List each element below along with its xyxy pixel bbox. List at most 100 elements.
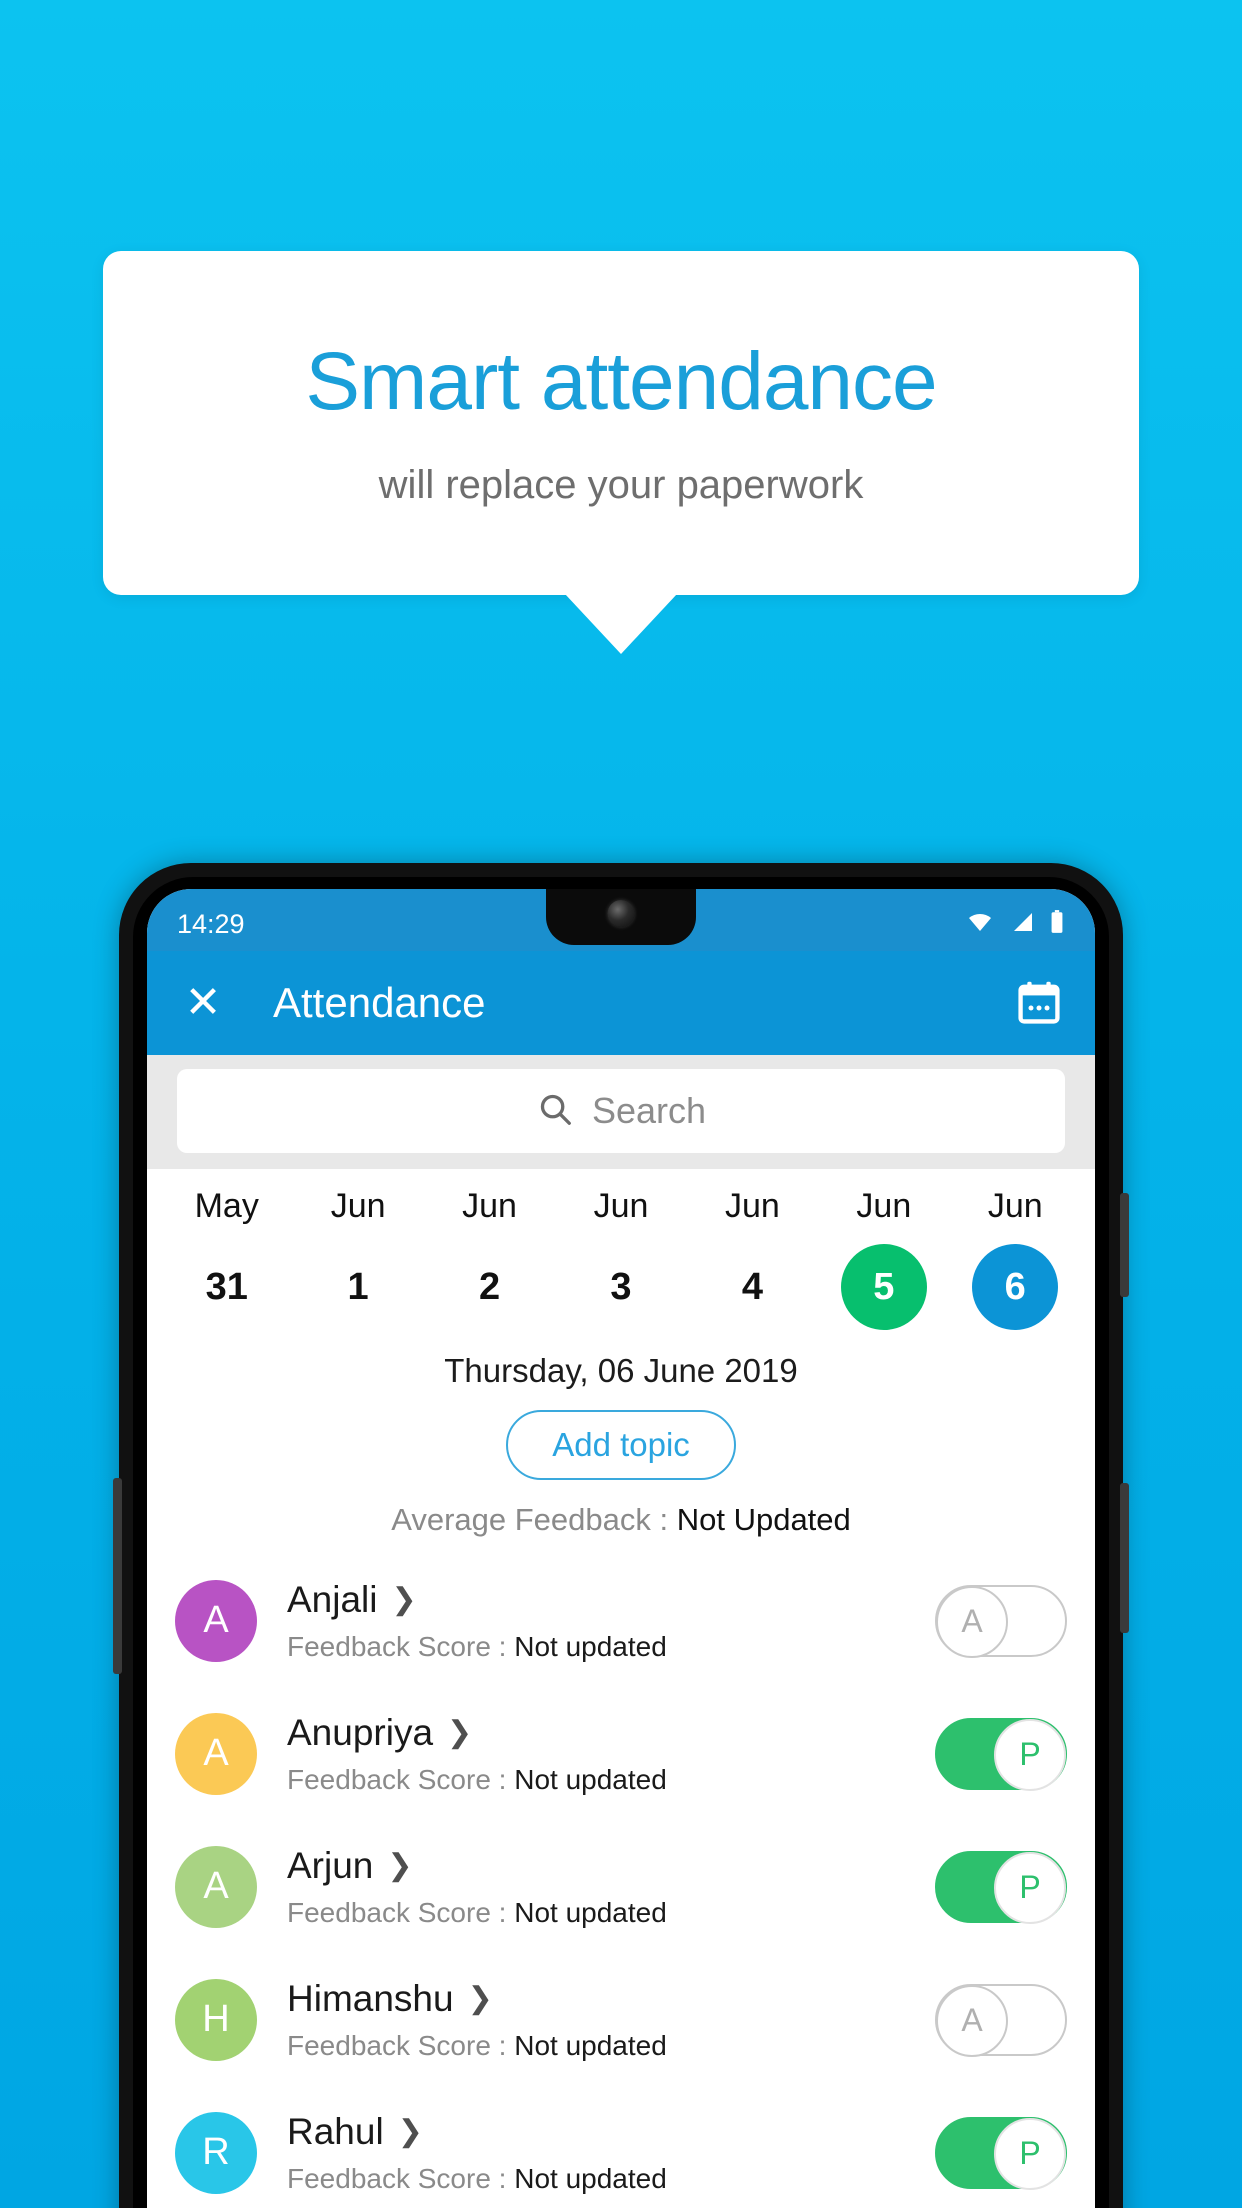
promo-subtitle: will replace your paperwork	[378, 463, 864, 507]
attendance-toggle[interactable]: P	[935, 1717, 1067, 1791]
student-name-line[interactable]: Rahul ❯	[287, 2111, 935, 2153]
attendance-toggle[interactable]: P	[935, 2116, 1067, 2190]
attendance-toggle-knob: A	[936, 1585, 1008, 1658]
date-day-number[interactable]: 6	[972, 1244, 1059, 1330]
student-name: Rahul	[287, 2110, 384, 2152]
chevron-right-icon[interactable]: ❯	[392, 1584, 417, 1615]
date-cell[interactable]: Jun 6	[950, 1187, 1081, 1330]
promo-title: Smart attendance	[305, 336, 937, 427]
date-cell[interactable]: May 31	[161, 1187, 292, 1330]
add-topic-container: Add topic	[147, 1410, 1095, 1480]
date-month-label: Jun	[856, 1187, 912, 1225]
signal-icon	[1008, 910, 1036, 939]
date-month-label: May	[194, 1187, 259, 1225]
phone-volume-button[interactable]	[1120, 1483, 1129, 1633]
date-day-number[interactable]: 3	[578, 1244, 664, 1330]
chevron-right-icon[interactable]: ❯	[447, 1717, 472, 1748]
attendance-toggle-knob: P	[994, 2117, 1066, 2190]
student-info: Anupriya ❯ Feedback Score : Not updated	[287, 1712, 935, 1796]
front-camera-icon	[607, 900, 635, 927]
page-title: Attendance	[273, 979, 486, 1026]
chevron-right-icon[interactable]: ❯	[398, 2116, 423, 2147]
wifi-icon	[965, 910, 995, 939]
student-row[interactable]: R Rahul ❯ Feedback Score : Not updated P	[147, 2086, 1095, 2208]
date-cell[interactable]: Jun 5	[818, 1187, 949, 1330]
date-month-label: Jun	[593, 1187, 649, 1225]
date-month-label: Jun	[987, 1187, 1043, 1225]
student-list: A Anjali ❯ Feedback Score : Not updated A A An…	[147, 1554, 1095, 2208]
average-feedback-label: Average Feedback :	[391, 1502, 677, 1537]
status-icon-group	[965, 909, 1065, 940]
date-strip[interactable]: May 31 Jun 1 Jun 2 Jun 3 Jun 4 Jun 5 Jun 6	[147, 1169, 1095, 1338]
phone-assistant-button[interactable]	[113, 1478, 122, 1674]
feedback-score-label: Feedback Score :	[287, 1896, 515, 1928]
student-name: Arjun	[287, 1844, 374, 1886]
student-name-line[interactable]: Arjun ❯	[287, 1845, 935, 1887]
student-name-line[interactable]: Anjali ❯	[287, 1579, 935, 1621]
avatar: R	[175, 2111, 257, 2194]
feedback-score-value: Not updated	[514, 2162, 667, 2194]
promo-card: Smart attendance will replace your paper…	[103, 251, 1139, 595]
student-info: Arjun ❯ Feedback Score : Not updated	[287, 1845, 935, 1929]
phone-notch	[546, 889, 696, 945]
student-info: Himanshu ❯ Feedback Score : Not updated	[287, 1978, 935, 2062]
feedback-score: Feedback Score : Not updated	[287, 1897, 935, 1929]
student-row[interactable]: A Anupriya ❯ Feedback Score : Not updated P	[147, 1687, 1095, 1820]
add-topic-button[interactable]: Add topic	[506, 1410, 736, 1480]
date-cell[interactable]: Jun 4	[687, 1187, 818, 1330]
phone-device: 14:29 ✕ Attendance Search May 31 Jun 1 J…	[113, 863, 1129, 2208]
feedback-score: Feedback Score : Not updated	[287, 1631, 935, 1663]
student-name: Himanshu	[287, 1977, 454, 2019]
attendance-toggle[interactable]: A	[935, 1983, 1067, 2057]
student-row[interactable]: A Arjun ❯ Feedback Score : Not updated P	[147, 1820, 1095, 1953]
feedback-score: Feedback Score : Not updated	[287, 2163, 935, 2195]
close-icon[interactable]: ✕	[177, 977, 229, 1029]
date-day-number[interactable]: 2	[447, 1244, 533, 1330]
date-day-number[interactable]: 4	[709, 1244, 795, 1330]
search-input[interactable]: Search	[177, 1069, 1065, 1153]
calendar-icon[interactable]	[1013, 977, 1065, 1029]
attendance-toggle-knob: P	[994, 1851, 1066, 1924]
feedback-score-value: Not updated	[514, 2029, 667, 2061]
feedback-score-label: Feedback Score :	[287, 2162, 515, 2194]
chevron-right-icon[interactable]: ❯	[468, 1983, 493, 2014]
promo-background: Smart attendance will replace your paper…	[0, 0, 1242, 2208]
student-row[interactable]: A Anjali ❯ Feedback Score : Not updated A	[147, 1554, 1095, 1687]
feedback-score-label: Feedback Score :	[287, 1630, 515, 1662]
date-month-label: Jun	[724, 1187, 780, 1225]
attendance-toggle[interactable]: A	[935, 1584, 1067, 1658]
feedback-score: Feedback Score : Not updated	[287, 2030, 935, 2062]
selected-date-label: Thursday, 06 June 2019	[444, 1352, 798, 1389]
date-day-number[interactable]: 31	[184, 1244, 270, 1330]
student-info: Anjali ❯ Feedback Score : Not updated	[287, 1579, 935, 1663]
attendance-toggle-knob: A	[936, 1984, 1008, 2057]
app-bar: ✕ Attendance	[147, 951, 1095, 1055]
phone-power-button[interactable]	[1120, 1193, 1129, 1297]
date-day-number[interactable]: 5	[840, 1244, 927, 1330]
search-icon	[536, 1090, 574, 1133]
phone-screen: 14:29 ✕ Attendance Search May 31 Jun 1 J…	[147, 889, 1095, 2208]
average-feedback-value: Not Updated	[676, 1502, 851, 1537]
search-bar-container: Search	[147, 1055, 1095, 1169]
status-time: 14:29	[177, 908, 245, 939]
feedback-score-value: Not updated	[514, 1763, 667, 1795]
search-placeholder: Search	[591, 1090, 707, 1131]
attendance-toggle[interactable]: P	[935, 1850, 1067, 1924]
feedback-score-value: Not updated	[514, 1896, 667, 1928]
date-cell[interactable]: Jun 1	[292, 1187, 423, 1330]
student-name-line[interactable]: Anupriya ❯	[287, 1712, 935, 1754]
date-cell[interactable]: Jun 3	[555, 1187, 686, 1330]
student-name: Anjali	[287, 1578, 378, 1620]
student-info: Rahul ❯ Feedback Score : Not updated	[287, 2111, 935, 2195]
avatar: H	[175, 1978, 257, 2061]
date-month-label: Jun	[330, 1187, 386, 1225]
date-cell[interactable]: Jun 2	[424, 1187, 555, 1330]
student-name-line[interactable]: Himanshu ❯	[287, 1978, 935, 2020]
student-row[interactable]: H Himanshu ❯ Feedback Score : Not updated A	[147, 1953, 1095, 2086]
feedback-score-label: Feedback Score :	[287, 2029, 515, 2061]
student-name: Anupriya	[287, 1711, 434, 1753]
chevron-right-icon[interactable]: ❯	[387, 1850, 412, 1881]
attendance-toggle-knob: P	[994, 1718, 1066, 1791]
date-day-number[interactable]: 1	[315, 1244, 401, 1330]
promo-card-tail	[565, 594, 677, 654]
